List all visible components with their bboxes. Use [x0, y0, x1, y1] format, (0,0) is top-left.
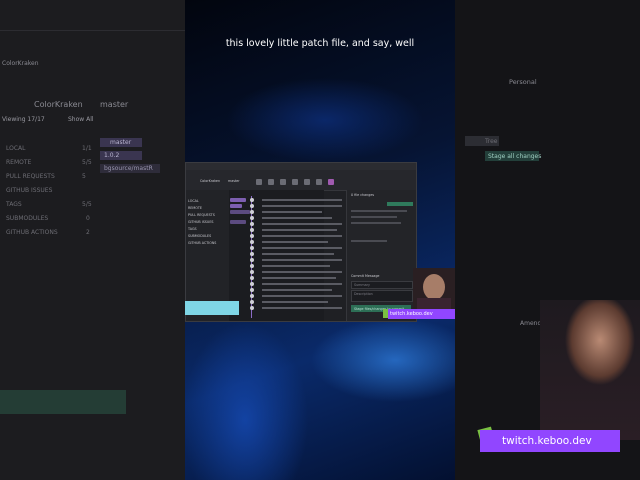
- redo-icon[interactable]: [268, 179, 274, 185]
- commit-row[interactable]: [230, 264, 345, 268]
- file-changes-label: 0 file changes: [351, 193, 375, 197]
- branch-tag-master[interactable]: master: [100, 138, 142, 147]
- profile-label[interactable]: Personal: [509, 78, 537, 86]
- caption-text: this lovely little patch file, and say, …: [225, 38, 415, 49]
- section-tags[interactable]: TAGS 5/5: [0, 199, 185, 210]
- commit-row[interactable]: [230, 210, 345, 214]
- unstaged-file[interactable]: [351, 216, 397, 218]
- viewing-count: Viewing 17/17: [2, 116, 45, 123]
- branch-icon[interactable]: [304, 179, 310, 185]
- show-all-link[interactable]: Show All: [68, 116, 94, 123]
- commit-row[interactable]: [230, 294, 345, 298]
- section-github-issues[interactable]: GITHUB ISSUES: [0, 185, 185, 196]
- branch-selector[interactable]: master: [228, 179, 240, 183]
- branch-tag-remote[interactable]: bgsource/mastR: [100, 164, 160, 173]
- stash-icon[interactable]: [316, 179, 322, 185]
- unstaged-file[interactable]: [351, 222, 401, 224]
- staged-file[interactable]: [351, 240, 387, 242]
- branch-title: master: [100, 100, 129, 109]
- summary-input[interactable]: Summary: [351, 281, 413, 289]
- sidebar-item-github-actions[interactable]: GITHUB ACTIONS: [188, 241, 216, 245]
- commit-row[interactable]: [230, 216, 345, 220]
- sidebar-item-local[interactable]: LOCAL: [188, 199, 199, 203]
- repo-selector[interactable]: ColorKraken: [200, 179, 220, 183]
- commit-row[interactable]: [230, 270, 345, 274]
- background-app-left: ColorKraken ColorKraken master Viewing 1…: [0, 0, 185, 480]
- notification-banner: [0, 390, 126, 414]
- commit-row[interactable]: [230, 252, 345, 256]
- twitch-banner-large: twitch.keboo.dev: [480, 430, 620, 452]
- commit-row[interactable]: [230, 282, 345, 286]
- pop-icon[interactable]: [328, 179, 334, 185]
- commit-panel: 0 file changes Commit Message Summary De…: [346, 190, 416, 321]
- unstaged-file[interactable]: [351, 210, 407, 212]
- toast-notification: [185, 301, 239, 315]
- gitkraken-window: ColorKraken master LOCAL REMOTE PULL REQ…: [185, 162, 417, 322]
- window-titlebar: [186, 163, 416, 170]
- commit-message-label: Commit Message: [351, 274, 380, 278]
- commit-row[interactable]: [230, 222, 345, 226]
- commit-row[interactable]: [230, 204, 345, 208]
- stage-all-changes-button[interactable]: [387, 202, 413, 206]
- tree-toggle[interactable]: Tree: [465, 136, 499, 146]
- sidebar-item-remote[interactable]: REMOTE: [188, 206, 202, 210]
- amend-checkbox[interactable]: Amend: [520, 320, 541, 327]
- toolbar: ColorKraken master: [186, 170, 416, 191]
- commit-row[interactable]: [230, 234, 345, 238]
- commit-row[interactable]: [230, 276, 345, 280]
- description-input[interactable]: Description: [351, 290, 413, 302]
- sidebar-item-github-issues[interactable]: GITHUB ISSUES: [188, 220, 214, 224]
- commit-row[interactable]: [230, 300, 345, 304]
- divider: [0, 30, 185, 31]
- twitch-banner-small: twitch.keboo.dev: [388, 309, 455, 319]
- streamer-webcam-large: [540, 300, 640, 440]
- stage-all-button[interactable]: Stage all changes: [485, 151, 541, 161]
- commit-row[interactable]: [230, 288, 345, 292]
- face: [423, 274, 445, 300]
- section-local[interactable]: LOCAL 1/1: [0, 143, 185, 154]
- push-icon[interactable]: [292, 179, 298, 185]
- branch-tag-version[interactable]: 1.0.2: [100, 151, 142, 160]
- section-submodules[interactable]: SUBMODULES 0: [0, 213, 185, 224]
- sidebar-item-submodules[interactable]: SUBMODULES: [188, 234, 211, 238]
- sidebar-item-tags[interactable]: TAGS: [188, 227, 197, 231]
- undo-icon[interactable]: [256, 179, 262, 185]
- commit-row[interactable]: [230, 228, 345, 232]
- repo-title: ColorKraken: [34, 100, 83, 109]
- repo-label: ColorKraken: [2, 60, 39, 67]
- sidebar-item-pull-requests[interactable]: PULL REQUESTS: [188, 213, 215, 217]
- commit-row[interactable]: [230, 258, 345, 262]
- commit-row[interactable]: [230, 246, 345, 250]
- commit-row[interactable]: [230, 240, 345, 244]
- commit-row[interactable]: [230, 198, 345, 202]
- pull-icon[interactable]: [280, 179, 286, 185]
- commit-row[interactable]: [230, 306, 345, 310]
- section-github-actions[interactable]: GITHUB ACTIONS 2: [0, 227, 185, 238]
